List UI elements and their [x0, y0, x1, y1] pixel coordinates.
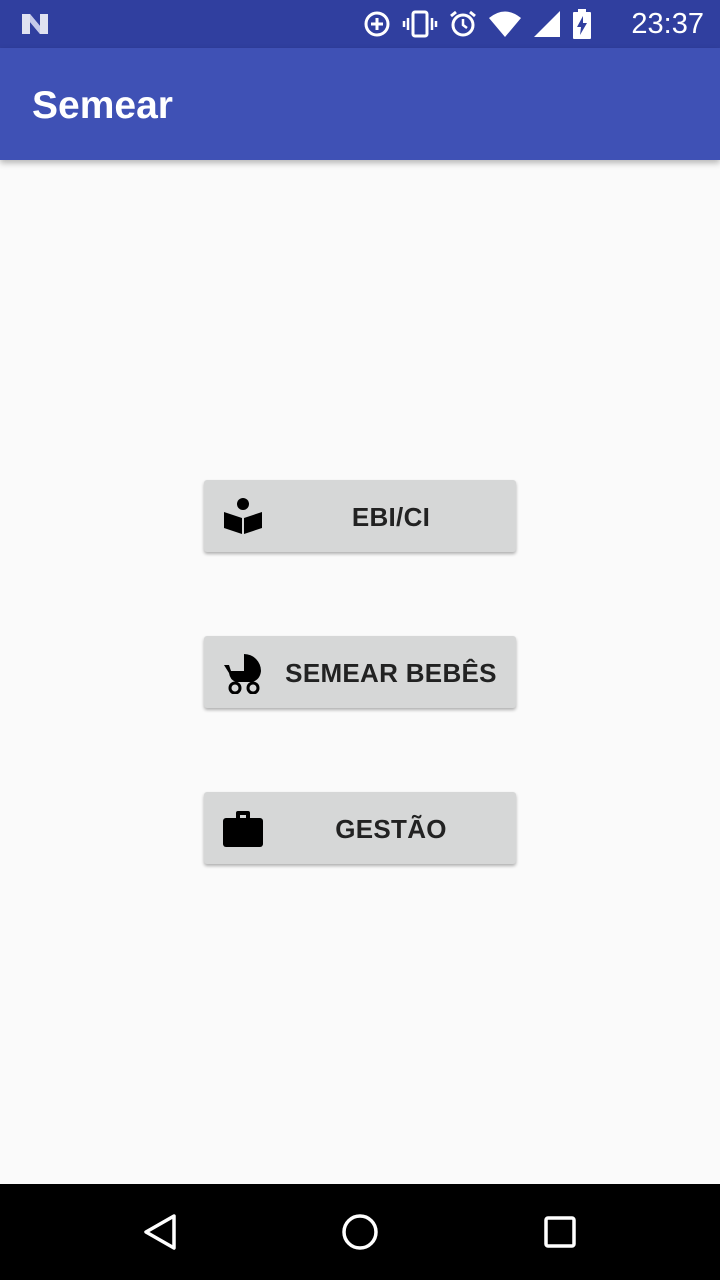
data-saver-icon	[364, 11, 390, 37]
status-time: 23:37	[631, 8, 704, 40]
navigation-bar	[0, 1184, 720, 1280]
gestao-button[interactable]: GESTÃO	[204, 792, 516, 864]
battery-charging-icon	[573, 9, 591, 39]
ebi-ci-button[interactable]: EBI/CI	[204, 480, 516, 552]
semear-bebes-button[interactable]: SEMEAR BEBÊS	[204, 636, 516, 708]
app-title: Semear	[32, 84, 173, 127]
reading-person-icon	[224, 498, 262, 534]
status-icons	[362, 8, 592, 40]
wifi-icon	[489, 11, 521, 37]
back-icon[interactable]	[136, 1208, 184, 1256]
app-logo-icon	[22, 14, 48, 34]
baby-stroller-icon	[224, 654, 261, 694]
ebi-ci-button-label: EBI/CI	[351, 502, 431, 532]
vibrate-icon	[402, 10, 438, 38]
briefcase-icon	[223, 811, 263, 847]
main-content: EBI/CI SEMEAR BEBÊS GESTÃO	[0, 160, 720, 1184]
semear-bebes-button-label: SEMEAR BEBÊS	[285, 658, 497, 688]
app-bar: Semear	[0, 48, 720, 160]
signal-icon	[534, 11, 560, 37]
recents-icon[interactable]	[536, 1208, 584, 1256]
status-bar: 23:37	[0, 0, 720, 48]
alarm-icon	[450, 10, 476, 37]
home-icon[interactable]	[336, 1208, 384, 1256]
gestao-button-label: GESTÃO	[335, 814, 447, 844]
